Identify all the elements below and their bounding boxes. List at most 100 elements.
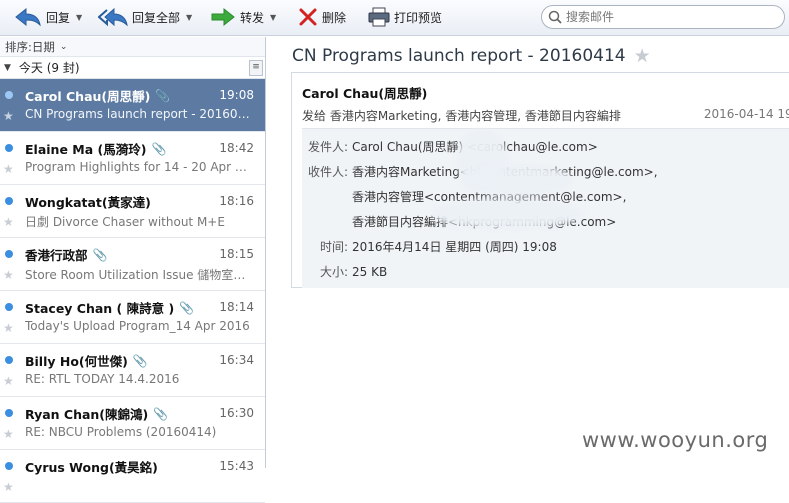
message-subject-preview: RE: NBCU Problems (20160414) <box>25 425 217 439</box>
forward-dropdown-icon[interactable]: ▼ <box>270 13 276 22</box>
reading-pane: CN Programs launch report - 20160414 ★ C… <box>267 37 789 468</box>
star-icon[interactable]: ★ <box>3 427 14 441</box>
message-subject-preview: 日劇 Divorce Chaser without M+E <box>25 215 225 229</box>
collapse-triangle-icon[interactable]: ▼ <box>4 63 11 73</box>
search-icon <box>548 10 562 24</box>
message-row[interactable]: ★ 香港行政部 📎 18:15 Store Room Utilization Issue… <box>0 238 265 291</box>
print-icon <box>368 7 390 27</box>
print-preview-label: 打印预览 <box>394 10 443 25</box>
message-sender: Wongkatat(黃家達) <box>25 192 151 211</box>
reply-all-dropdown-icon[interactable]: ▼ <box>186 13 192 22</box>
unread-dot-icon[interactable] <box>5 303 13 311</box>
time-label: 时间: <box>319 240 348 254</box>
attachment-icon: 📎 <box>132 353 148 368</box>
time-value: 2016年4月14日 星期四 (周四) 19:08 <box>352 240 557 254</box>
reply-dropdown-icon[interactable]: ▼ <box>76 13 82 22</box>
to-label: 收件人: <box>307 165 348 179</box>
message-row[interactable]: ★ Cyrus Wong(黃昊銘) 15:43 <box>0 450 265 503</box>
message-time: 19:08 <box>219 88 254 102</box>
attachment-icon: 📎 <box>155 88 171 103</box>
message-row[interactable]: ★ Stacey Chan ( 陳詩意 ) 📎 18:14 Today's Upload… <box>0 291 265 344</box>
time-row: 时间: 2016年4月14日 星期四 (周四) 19:08 <box>302 238 557 255</box>
star-icon[interactable]: ★ <box>3 374 14 388</box>
unread-dot-icon[interactable] <box>5 91 13 99</box>
sender-name: Stacey Chan ( 陳詩意 ) <box>25 301 175 316</box>
sort-dropdown[interactable]: 排序:日期 ⌄ <box>0 37 265 57</box>
unread-dot-icon[interactable] <box>5 409 13 417</box>
unread-dot-icon[interactable] <box>5 356 13 364</box>
unread-dot-icon[interactable] <box>5 144 13 152</box>
message-row[interactable]: ★ Billy Ho(何世傑) 📎 16:34 RE: RTL TODAY 14.4.2… <box>0 344 265 397</box>
size-value: 25 KB <box>352 265 388 279</box>
message-details: 发件人: Carol Chau(周思靜) <carolchau@le.com> 收… <box>302 128 789 288</box>
toolbar: 回复 ▼ 回复全部 ▼ 转发 ▼ 删除 打印预览 <box>0 0 789 36</box>
message-title: CN Programs launch report - 20160414 ★ <box>292 45 651 67</box>
sender-name: Billy Ho(何世傑) <box>25 354 128 369</box>
size-label: 大小: <box>319 265 348 279</box>
forward-icon <box>211 7 235 27</box>
message-sender: Elaine Ma (馬漪玲) 📎 <box>25 139 166 158</box>
message-sender: Ryan Chan(陳錦鴻) 📎 <box>25 404 168 423</box>
recipients-summary: 发给 香港内容Marketing, 香港内容管理, 香港節目内容編排 <box>302 109 621 123</box>
message-row[interactable]: ★ Wongkatat(黃家達) 18:16 日劇 Divorce Chaser wi… <box>0 185 265 238</box>
reply-icon <box>15 7 41 27</box>
star-icon[interactable]: ★ <box>3 215 14 229</box>
attachment-icon: 📎 <box>153 406 169 421</box>
redaction-blur <box>462 164 572 196</box>
sort-chevron-down-icon: ⌄ <box>59 41 68 52</box>
sender-name: Elaine Ma (馬漪玲) <box>25 142 147 157</box>
message-row[interactable]: ★ Ryan Chan(陳錦鴻) 📎 16:30 RE: NBCU Problems (… <box>0 397 265 450</box>
sent-date: 2016-04-14 19:08 <box>703 107 789 121</box>
message-time: 16:34 <box>219 353 254 367</box>
unread-dot-icon[interactable] <box>5 462 13 470</box>
star-icon[interactable]: ★ <box>3 321 14 335</box>
message-row[interactable]: ★ Elaine Ma (馬漪玲) 📎 18:42 Program Highlights… <box>0 132 265 185</box>
message-header-card: Carol Chau(周思靜) 发给 香港内容Marketing, 香港内容管理… <box>291 72 789 288</box>
star-icon[interactable]: ★ <box>3 162 14 176</box>
delete-icon <box>299 8 317 26</box>
reply-all-button[interactable]: 回复全部 ▼ <box>98 6 192 28</box>
star-icon[interactable]: ★ <box>3 480 14 494</box>
redaction-blur <box>432 199 582 229</box>
delete-button[interactable]: 删除 <box>298 6 346 28</box>
message-subject-preview: Today's Upload Program_14 Apr 2016 <box>25 319 250 333</box>
unread-dot-icon[interactable] <box>5 250 13 258</box>
star-icon[interactable]: ★ <box>3 268 14 282</box>
sender-name: Ryan Chan(陳錦鴻) <box>25 407 149 422</box>
message-time: 18:42 <box>219 141 254 155</box>
message-time: 15:43 <box>219 459 254 473</box>
search-input[interactable] <box>566 10 766 24</box>
message-subject-preview: RE: RTL TODAY 14.4.2016 <box>25 372 180 386</box>
list-options-icon[interactable]: ≡ <box>249 60 263 76</box>
message-time: 18:14 <box>219 300 254 314</box>
from-label: 发件人: <box>307 140 348 154</box>
size-row: 大小: 25 KB <box>302 263 387 280</box>
reply-all-label: 回复全部 <box>132 10 181 25</box>
sender-name: Wongkatat(黃家達) <box>25 195 151 210</box>
forward-label: 转发 <box>240 10 265 25</box>
from-name[interactable]: Carol Chau(周思靜) <box>302 83 427 102</box>
message-subject-preview: Program Highlights for 14 - 20 Apr 2... <box>25 160 253 174</box>
group-label: 今天 (9 封) <box>18 61 80 75</box>
message-time: 18:15 <box>219 247 254 261</box>
from-row: 发件人: Carol Chau(周思靜) <carolchau@le.com> <box>302 138 598 155</box>
print-preview-button[interactable]: 打印预览 <box>368 6 442 28</box>
message-row[interactable]: ★ Carol Chau(周思靜) 📎 19:08 CN Programs launch… <box>0 79 265 132</box>
group-header-today[interactable]: ▼ 今天 (9 封) ≡ <box>0 57 265 79</box>
search-box <box>541 5 785 29</box>
attachment-icon: 📎 <box>179 300 195 315</box>
flag-star-icon[interactable]: ★ <box>634 45 651 67</box>
sort-label: 排序:日期 <box>5 39 55 54</box>
message-subject: CN Programs launch report - 20160414 <box>292 46 626 66</box>
forward-button[interactable]: 转发 ▼ <box>210 6 276 28</box>
message-subject-preview: Store Room Utilization Issue 儲物室的... <box>25 268 253 282</box>
message-time: 16:30 <box>219 406 254 420</box>
delete-label: 删除 <box>322 10 347 25</box>
reply-all-icon <box>98 7 128 27</box>
sender-name: Cyrus Wong(黃昊銘) <box>25 460 158 475</box>
unread-dot-icon[interactable] <box>5 197 13 205</box>
star-icon[interactable]: ★ <box>3 109 14 123</box>
message-sender: Cyrus Wong(黃昊銘) <box>25 457 158 476</box>
message-subject-preview: CN Programs launch report - 201604... <box>25 107 253 121</box>
reply-button[interactable]: 回复 ▼ <box>14 6 82 28</box>
